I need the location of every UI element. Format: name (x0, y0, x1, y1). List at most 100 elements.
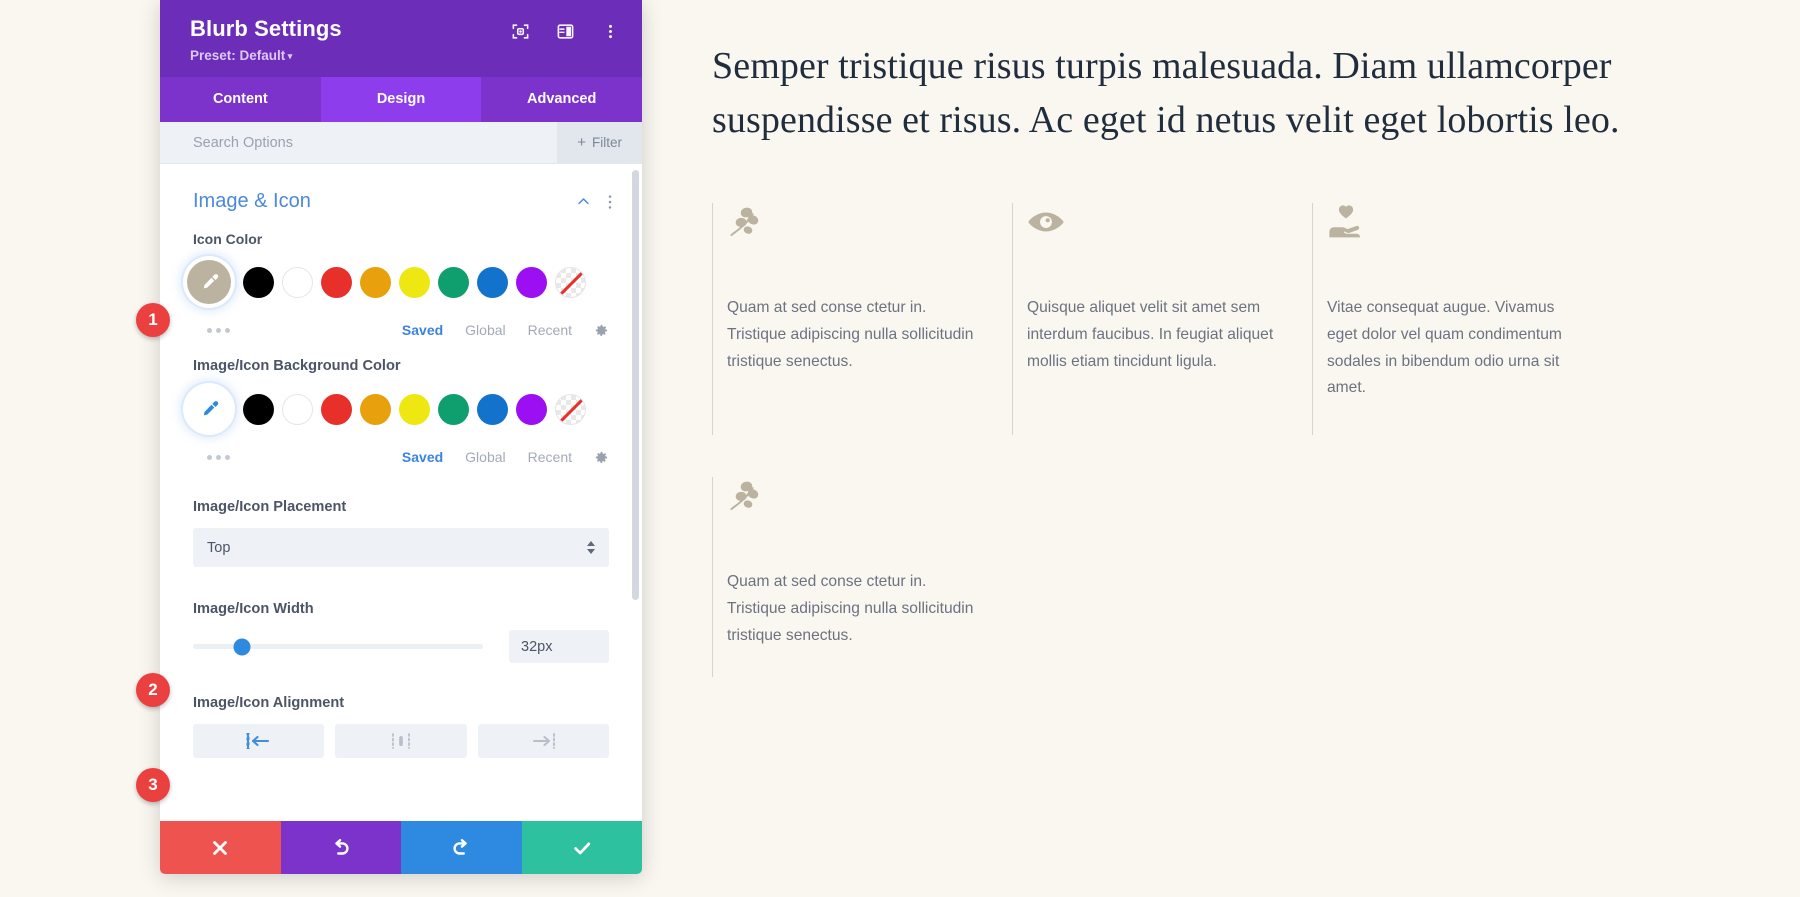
action-bar (160, 821, 642, 874)
bg-color-selected-swatch[interactable] (187, 387, 231, 432)
blurb-item: Quam at sed conse ctetur in. Tristique a… (712, 202, 1012, 435)
bg-color-label: Image/Icon Background Color (193, 358, 401, 375)
placement-select[interactable]: Top (193, 528, 609, 568)
align-left-icon (246, 733, 269, 750)
swatch-yellow[interactable] (399, 393, 430, 425)
gear-icon[interactable] (594, 323, 609, 338)
bg-color-meta: Saved Global Recent (193, 437, 609, 465)
vertical-scrollbar[interactable] (632, 170, 639, 601)
link-recent[interactable]: Recent (528, 322, 572, 338)
tab-advanced[interactable]: Advanced (481, 77, 642, 122)
swatch-orange[interactable] (360, 393, 391, 425)
eyedropper-icon (203, 401, 218, 416)
tab-content[interactable]: Content (160, 77, 321, 122)
blurb-item: Vitae consequat augue. Vivamus eget dolo… (1312, 202, 1612, 435)
focus-target-icon[interactable] (511, 22, 530, 41)
alignment-label: Image/Icon Alignment (193, 695, 345, 712)
page-content: Semper tristique risus turpis malesuada.… (712, 0, 1800, 897)
icon-color-meta: Saved Global Recent (193, 310, 609, 338)
align-right-button[interactable] (477, 724, 609, 759)
field-image-icon-placement: Image/Icon Placement Top (160, 469, 642, 568)
align-center-button[interactable] (335, 724, 467, 759)
bg-color-swatches (187, 387, 609, 432)
width-slider[interactable] (193, 636, 509, 658)
undo-button[interactable] (280, 821, 401, 874)
eyedropper-icon (203, 274, 218, 289)
swatch-blue[interactable] (477, 393, 508, 425)
swatch-black[interactable] (243, 393, 274, 425)
blurb-text: Quam at sed conse ctetur in. Tristique a… (727, 572, 974, 644)
link-saved[interactable]: Saved (402, 322, 443, 338)
search-input[interactable] (160, 122, 558, 164)
section-image-and-icon[interactable]: Image & Icon (160, 164, 642, 231)
swatch-transparent[interactable] (555, 266, 586, 298)
header-icon-group (511, 22, 620, 41)
leaf-branch-icon (730, 481, 759, 510)
cancel-button[interactable] (160, 821, 281, 874)
width-value-field[interactable]: 32px (509, 630, 609, 664)
more-vertical-icon[interactable] (601, 22, 620, 41)
swatch-purple[interactable] (516, 393, 547, 425)
blurb-settings-modal: Blurb Settings Preset: Default ▾ Content… (160, 0, 642, 874)
save-button[interactable] (521, 821, 642, 874)
icon-color-links: Saved Global Recent (402, 322, 609, 338)
blurb-text: Quam at sed conse ctetur in. Tristique a… (727, 298, 974, 370)
slider-track (193, 638, 483, 656)
blurb-text: Vitae consequat augue. Vivamus eget dolo… (1327, 298, 1562, 397)
swatch-orange[interactable] (360, 266, 391, 298)
swatch-blue[interactable] (477, 266, 508, 298)
align-left-button[interactable] (193, 724, 325, 759)
preset-selector[interactable]: Preset: Default ▾ (190, 48, 612, 63)
filter-button[interactable]: + Filter (557, 122, 642, 164)
swatch-black[interactable] (243, 266, 274, 298)
section-more-icon[interactable] (608, 194, 612, 210)
section-title: Image & Icon (193, 190, 311, 213)
preset-label: Preset: Default (190, 48, 286, 64)
checkmark-icon (573, 842, 590, 854)
plus-icon: + (577, 134, 586, 152)
redo-icon (453, 838, 468, 855)
modal-header: Blurb Settings Preset: Default ▾ (160, 0, 642, 78)
layout-panel-icon[interactable] (556, 22, 575, 41)
heart-hand-icon (1329, 205, 1361, 238)
eye-icon (1028, 212, 1064, 232)
swatch-transparent[interactable] (555, 393, 586, 425)
link-global[interactable]: Global (465, 449, 505, 465)
swatch-white[interactable] (282, 266, 313, 298)
app-root: Blurb Settings Preset: Default ▾ Content… (0, 0, 1800, 897)
swatch-purple[interactable] (516, 266, 547, 298)
alignment-buttons (193, 724, 609, 759)
placement-label: Image/Icon Placement (193, 499, 347, 516)
search-bar: + Filter (160, 122, 642, 165)
blurb-text: Quisque aliquet velit sit amet sem inter… (1027, 298, 1274, 370)
swatch-green[interactable] (438, 393, 469, 425)
placement-value: Top (207, 539, 231, 556)
blurb-icon-wrap (727, 203, 976, 257)
tab-design[interactable]: Design (320, 77, 482, 123)
swatch-red[interactable] (321, 393, 352, 425)
link-saved[interactable]: Saved (402, 449, 443, 465)
gear-icon[interactable] (594, 450, 609, 465)
chevron-down-icon: ▾ (285, 51, 293, 62)
link-global[interactable]: Global (465, 322, 505, 338)
slider-thumb[interactable] (233, 638, 251, 656)
more-colors-icon[interactable] (207, 454, 230, 460)
field-image-icon-alignment: Image/Icon Alignment (160, 667, 642, 759)
swatch-red[interactable] (321, 266, 352, 298)
blurb-icon-wrap (1327, 203, 1576, 257)
swatch-white[interactable] (282, 393, 313, 425)
step-badge-3: 3 (136, 768, 170, 802)
select-arrows-icon (587, 541, 595, 555)
link-recent[interactable]: Recent (528, 449, 572, 465)
blurb-icon-wrap (1027, 203, 1276, 257)
swatch-green[interactable] (438, 266, 469, 298)
chevron-up-icon[interactable] (576, 194, 591, 209)
icon-color-selected-swatch[interactable] (187, 260, 231, 305)
close-icon (213, 840, 228, 855)
more-colors-icon[interactable] (207, 327, 230, 333)
icon-color-label: Icon Color (193, 231, 263, 248)
leaf-branch-icon (730, 207, 759, 236)
redo-button[interactable] (401, 821, 522, 874)
swatch-yellow[interactable] (399, 266, 430, 298)
blurb-item: Quam at sed conse ctetur in. Tristique a… (712, 476, 1012, 677)
